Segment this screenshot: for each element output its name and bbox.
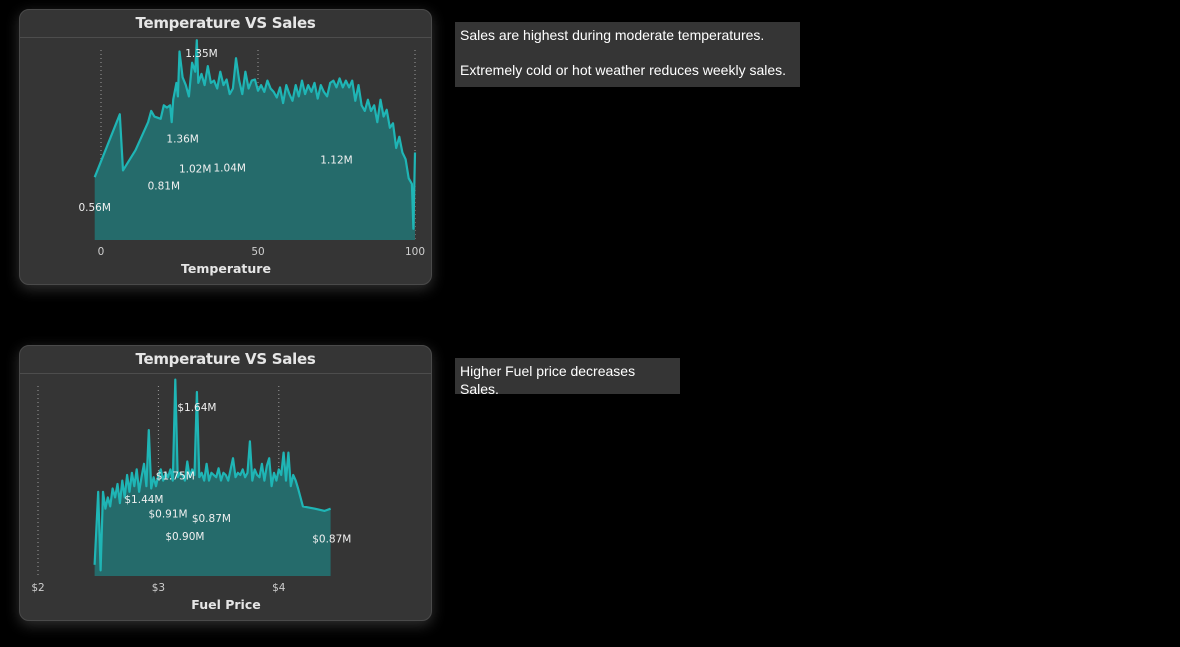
temperature-sales-area-chart[interactable]: 0 50 100 Temperature 1.35M 1.36M 1.02M 1.04M 0.8…: [20, 10, 433, 286]
data-label: $1.75M: [156, 470, 195, 482]
data-label: 1.02M: [179, 164, 211, 176]
data-label: 1.12M: [320, 155, 352, 167]
insight-note-fuel-price: Higher Fuel price decreases Sales.: [455, 358, 680, 397]
data-label: 1.36M: [166, 133, 198, 145]
x-tick-label: $4: [272, 582, 286, 594]
fuel-price-sales-area-chart[interactable]: $2 $3 $4 Fuel Price $1.64M $1.75M $1.44M $0.91M…: [20, 346, 433, 622]
x-tick-label: $3: [152, 582, 165, 594]
data-label: 0.81M: [148, 181, 180, 193]
series-area: [94, 40, 415, 241]
data-label: 0.56M: [78, 202, 110, 214]
note-line: Extremely cold or hot weather reduces we…: [460, 62, 787, 78]
data-label: 1.04M: [214, 163, 246, 175]
fuel-price-sales-chart-card[interactable]: Temperature VS Sales $2 $3 $4 Fuel Price $1.…: [19, 345, 432, 621]
data-label: $1.64M: [177, 402, 216, 414]
x-tick-label: $2: [31, 582, 44, 594]
note-line: Sales are highest during moderate temper…: [460, 27, 765, 43]
temperature-sales-chart-card[interactable]: Temperature VS Sales 0 50 100 Temperature 1.…: [19, 9, 432, 285]
data-label: 1.35M: [185, 48, 217, 60]
x-tick-label: 100: [405, 246, 425, 258]
x-axis-label: Fuel Price: [191, 597, 260, 612]
x-tick-label: 50: [251, 246, 264, 258]
data-label: $1.44M: [124, 494, 163, 506]
note-line: Higher Fuel price decreases Sales.: [460, 363, 636, 397]
insight-note-temperature: Sales are highest during moderate temper…: [455, 22, 800, 87]
data-label: $0.87M: [312, 533, 351, 545]
x-axis-label: Temperature: [181, 261, 271, 276]
data-label: $0.91M: [148, 509, 187, 521]
data-label: $0.87M: [192, 513, 231, 525]
x-tick-label: 0: [98, 246, 105, 258]
data-label: $0.90M: [165, 531, 204, 543]
